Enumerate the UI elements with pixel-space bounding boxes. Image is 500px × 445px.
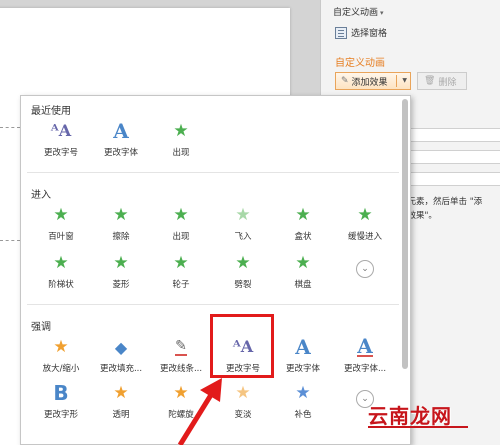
appear-star-icon: ★ <box>173 204 189 225</box>
effect-item[interactable]: A 更改字体 <box>273 336 333 380</box>
box-star-icon: ★ <box>295 204 311 225</box>
effect-item[interactable]: A 更改字体 <box>91 120 151 164</box>
pencil-icon: ✎ <box>341 76 349 86</box>
effect-item[interactable]: ★ 补色 <box>273 382 333 426</box>
blinds-star-icon: ★ <box>53 204 69 225</box>
crawl-in-star-icon: ★ <box>357 204 373 225</box>
watermark: 云南龙网 <box>368 404 452 428</box>
line-color-icon: ✎ <box>175 338 187 356</box>
step-star-icon: ★ <box>53 252 69 273</box>
checkerboard-star-icon: ★ <box>295 252 311 273</box>
effect-item[interactable]: ★ 盒状 <box>273 204 333 248</box>
hint-text: 个元素，然后单击 "添 <box>399 197 483 207</box>
effect-item[interactable]: ★ 缓慢进入 <box>335 204 395 248</box>
watermark-underline <box>368 426 468 428</box>
effect-item[interactable]: ★ 劈裂 <box>213 252 273 296</box>
font-size-icon: ᴬA <box>50 121 72 140</box>
custom-animation-heading: 自定义动画 <box>335 58 385 69</box>
fill-color-icon: ◆ <box>114 337 128 357</box>
effect-item[interactable]: B 更改字形 <box>31 382 91 426</box>
select-pane-button[interactable]: 选择窗格 <box>335 26 387 39</box>
section-title-recent: 最近使用 <box>31 106 71 117</box>
chevron-down-icon: ▾ <box>380 9 384 17</box>
property-row[interactable] <box>399 172 500 186</box>
effect-item[interactable]: ★ 阶梯状 <box>31 252 91 296</box>
pane-title[interactable]: 自定义动画 ▾ <box>333 5 384 18</box>
diamond-star-icon: ★ <box>113 252 129 273</box>
effect-item[interactable]: ★ 透明 <box>91 382 151 426</box>
font-change-icon: A <box>113 119 129 143</box>
placeholder-border <box>0 240 20 241</box>
effect-item[interactable]: A 更改字体... <box>335 336 395 380</box>
effect-item[interactable]: ★ 擦除 <box>91 204 151 248</box>
delete-button[interactable]: 🗑 删除 <box>417 72 467 90</box>
effect-item[interactable]: ★ 放大/缩小 <box>31 336 91 380</box>
property-row[interactable] <box>399 150 500 164</box>
highlight-box <box>210 314 274 378</box>
gallery-scrollbar[interactable] <box>402 99 408 369</box>
effect-item[interactable]: ᴬA 更改字号 <box>31 120 91 164</box>
chevron-down-icon: ▼ <box>402 77 407 84</box>
add-effect-button[interactable]: ✎ 添加效果 ▼ <box>335 72 411 90</box>
fly-in-star-icon: ★ <box>235 204 251 225</box>
red-arrow-annotation <box>177 378 222 445</box>
effect-item[interactable]: ★ 棋盘 <box>273 252 333 296</box>
section-title-entrance: 进入 <box>31 190 51 201</box>
more-entrance-button[interactable]: ⌄ <box>356 260 374 278</box>
split-star-icon: ★ <box>235 252 251 273</box>
effect-item[interactable]: ★ 飞入 <box>213 204 273 248</box>
effect-item[interactable]: ✎ 更改线条... <box>151 336 211 380</box>
effect-item[interactable]: ★ 菱形 <box>91 252 151 296</box>
star-icon: ★ <box>173 120 189 141</box>
property-row[interactable] <box>399 128 500 142</box>
effect-item[interactable]: ★ 出现 <box>151 204 211 248</box>
section-title-emphasis: 强调 <box>31 322 51 333</box>
placeholder-border <box>0 127 20 128</box>
effect-item[interactable]: ★ 轮子 <box>151 252 211 296</box>
selection-pane-icon <box>335 26 347 39</box>
effect-item[interactable]: ★ 百叶窗 <box>31 204 91 248</box>
fade-star-icon: ★ <box>235 382 251 403</box>
font-change-icon: A <box>295 335 311 359</box>
trash-icon: 🗑 <box>424 76 436 86</box>
complementary-star-icon: ★ <box>295 382 311 403</box>
grow-shrink-star-icon: ★ <box>53 336 69 357</box>
effect-item[interactable]: ◆ 更改填充... <box>91 336 151 380</box>
font-color-icon: A <box>357 334 373 358</box>
chevron-down-icon: ⌄ <box>361 264 369 274</box>
font-style-icon: B <box>53 381 69 405</box>
wipe-star-icon: ★ <box>113 204 129 225</box>
effect-item[interactable]: ★ 出现 <box>151 120 211 164</box>
transparency-star-icon: ★ <box>113 382 129 403</box>
wheel-star-icon: ★ <box>173 252 189 273</box>
